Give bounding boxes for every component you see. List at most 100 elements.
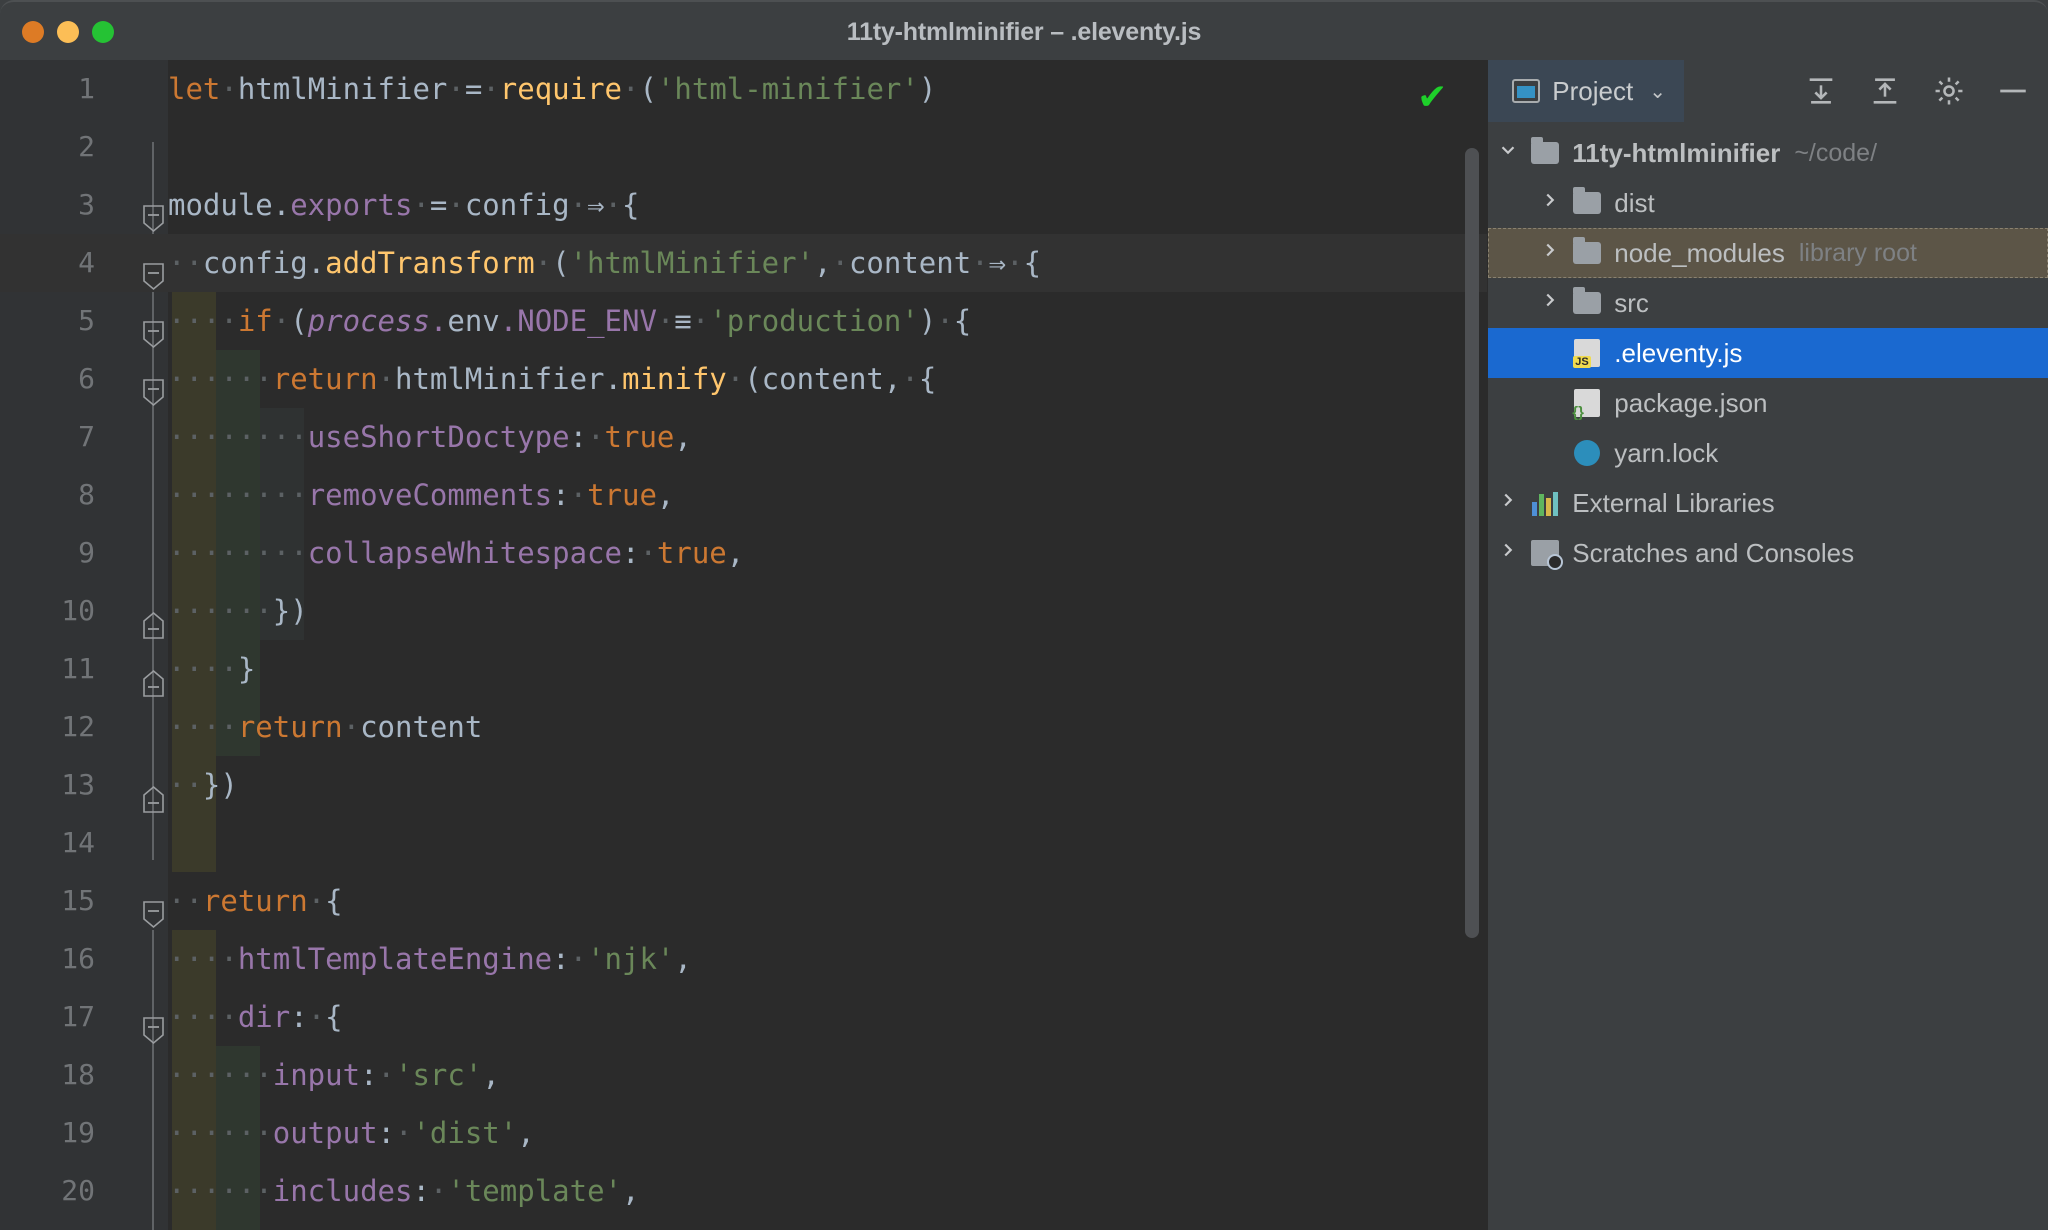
folder-icon bbox=[1531, 137, 1560, 164]
tree-item-label: Scratches and Consoles bbox=[1572, 537, 1855, 568]
gear-icon[interactable] bbox=[1932, 74, 1966, 108]
expand-all-icon[interactable] bbox=[1804, 74, 1838, 108]
scratches-icon bbox=[1528, 540, 1564, 570]
tree-item-node-modules[interactable]: node_modules library root bbox=[1488, 228, 2048, 278]
fold-toggle-icon[interactable] bbox=[142, 368, 165, 407]
project-tool-window: Project ⌄ 11ty-htmlminifier ~/code/ dist… bbox=[1487, 60, 2048, 1230]
tree-item-annotation: library root bbox=[1798, 238, 1917, 267]
yarn-file-icon bbox=[1570, 440, 1604, 466]
code-line[interactable]: 14 bbox=[0, 814, 1487, 872]
code-line[interactable]: 12 ····return·content bbox=[0, 698, 1487, 756]
line-text: let·htmlMinifier·=·require·('html-minifi… bbox=[168, 72, 937, 106]
tree-item-scratches-and-consoles[interactable]: Scratches and Consoles bbox=[1488, 528, 2048, 578]
code-line[interactable]: 10 ······}) bbox=[0, 582, 1487, 640]
inspection-ok-icon[interactable]: ✔ bbox=[1417, 80, 1447, 116]
project-tab[interactable]: Project ⌄ bbox=[1488, 60, 1684, 122]
fold-toggle-icon[interactable] bbox=[142, 1006, 165, 1045]
fold-toggle-icon[interactable] bbox=[142, 600, 165, 639]
tree-item-label: dist bbox=[1614, 187, 1655, 218]
chevron-right-icon[interactable] bbox=[1530, 239, 1570, 267]
line-number: 3 bbox=[78, 188, 95, 221]
scratches-icon bbox=[1531, 540, 1564, 570]
code-line[interactable]: 20 ······includes:·'template', bbox=[0, 1162, 1487, 1220]
code-line[interactable]: 11 ····} bbox=[0, 640, 1487, 698]
code-line[interactable]: 7 ········useShortDoctype:·true, bbox=[0, 408, 1487, 466]
line-text: ······includes:·'template', bbox=[168, 1174, 640, 1208]
tree-item-label: .eleventy.js bbox=[1614, 337, 1743, 368]
tree-item-package-json[interactable]: package.json bbox=[1488, 378, 2048, 428]
tree-item-label: package.json bbox=[1614, 387, 1768, 418]
folder-icon bbox=[1570, 287, 1604, 314]
code-line[interactable]: 17 ····dir:·{ bbox=[0, 988, 1487, 1046]
line-number: 12 bbox=[61, 710, 95, 743]
hide-icon[interactable] bbox=[1996, 74, 2030, 108]
line-number: 5 bbox=[78, 304, 95, 337]
code-line[interactable]: 5 ····if·(process.env.NODE_ENV·≡·'product… bbox=[0, 292, 1487, 350]
fold-toggle-icon[interactable] bbox=[142, 658, 165, 697]
line-text: ··}) bbox=[168, 768, 238, 802]
line-number: 15 bbox=[61, 884, 95, 917]
code-line[interactable]: 19 ······output:·'dist', bbox=[0, 1104, 1487, 1162]
code-line[interactable]: 8 ········removeComments:·true, bbox=[0, 466, 1487, 524]
json-file-icon bbox=[1572, 389, 1601, 421]
tree-item-src[interactable]: src bbox=[1488, 278, 2048, 328]
code-line[interactable]: 4 ··config.addTransform·('htmlMinifier',·… bbox=[0, 234, 1488, 292]
chevron-down-icon[interactable] bbox=[1488, 139, 1528, 167]
line-number: 9 bbox=[78, 536, 95, 569]
chevron-down-icon[interactable]: ⌄ bbox=[1649, 79, 1666, 104]
tree-item-external-libraries[interactable]: External Libraries bbox=[1488, 478, 2048, 528]
line-number: 13 bbox=[61, 768, 95, 801]
tree-item-label: src bbox=[1614, 287, 1649, 318]
line-number: 16 bbox=[61, 942, 95, 975]
js-file-icon bbox=[1570, 339, 1604, 368]
chevron-right-icon[interactable] bbox=[1488, 539, 1528, 567]
editor-scrollbar[interactable] bbox=[1465, 148, 1480, 938]
line-number: 17 bbox=[61, 1000, 95, 1033]
tree-item-11ty-htmlminifier[interactable]: 11ty-htmlminifier ~/code/ bbox=[1488, 128, 2048, 178]
code-line[interactable]: 3 module.exports·=·config·⇒·{ bbox=[0, 176, 1487, 234]
code-line[interactable]: 18 ······input:·'src', bbox=[0, 1046, 1487, 1104]
chevron-right-icon[interactable] bbox=[1488, 489, 1528, 517]
window-title: 11ty-htmlminifier – .eleventy.js bbox=[846, 18, 1202, 46]
project-tree[interactable]: 11ty-htmlminifier ~/code/dist node_modules… bbox=[1488, 122, 2048, 578]
folder-icon bbox=[1570, 187, 1604, 214]
main-split: 1 let·htmlMinifier·=·require·('html-minif… bbox=[0, 60, 2048, 1230]
chevron-right-icon[interactable] bbox=[1530, 289, 1570, 317]
project-toolbar: Project ⌄ bbox=[1488, 60, 2048, 122]
code-editor[interactable]: 1 let·htmlMinifier·=·require·('html-minif… bbox=[0, 60, 1488, 1230]
tree-item-dist[interactable]: dist bbox=[1488, 178, 2048, 228]
fold-toggle-icon[interactable] bbox=[142, 774, 165, 813]
fold-toggle-icon[interactable] bbox=[142, 194, 165, 233]
line-number: 7 bbox=[78, 420, 95, 453]
tree-item-eleventy-js[interactable]: .eleventy.js bbox=[1488, 328, 2048, 378]
line-text: ····} bbox=[168, 652, 256, 686]
project-toolbar-buttons bbox=[1804, 74, 2048, 108]
fold-toggle-icon[interactable] bbox=[142, 890, 165, 929]
line-number: 6 bbox=[78, 362, 95, 395]
line-number: 8 bbox=[78, 478, 95, 511]
tree-item-annotation: ~/code/ bbox=[1794, 138, 1878, 167]
code-line[interactable]: 15 ··return·{ bbox=[0, 872, 1487, 930]
line-text: ······output:·'dist', bbox=[168, 1116, 535, 1150]
line-number: 2 bbox=[78, 130, 95, 163]
line-text: ······input:·'src', bbox=[168, 1058, 500, 1092]
code-line[interactable]: 6 ······return·htmlMinifier.minify·(conte… bbox=[0, 350, 1487, 408]
line-number: 14 bbox=[61, 826, 95, 859]
fold-toggle-icon[interactable] bbox=[142, 310, 165, 349]
fold-toggle-icon[interactable] bbox=[142, 252, 165, 291]
line-number: 11 bbox=[61, 652, 95, 685]
code-line[interactable]: 2 bbox=[0, 118, 1487, 176]
tree-item-label: External Libraries bbox=[1572, 487, 1775, 518]
code-line[interactable]: 13 ··}) bbox=[0, 756, 1487, 814]
yarn-file-icon bbox=[1574, 440, 1601, 466]
external-libraries-icon bbox=[1532, 490, 1559, 516]
code-line[interactable]: 1 let·htmlMinifier·=·require·('html-minif… bbox=[0, 60, 1487, 118]
chevron-right-icon[interactable] bbox=[1530, 189, 1570, 217]
code-line[interactable]: 9 ········collapseWhitespace:·true, bbox=[0, 524, 1487, 582]
line-text: ····dir:·{ bbox=[168, 1000, 343, 1034]
tree-item-yarn-lock[interactable]: yarn.lock bbox=[1488, 428, 2048, 478]
code-lines[interactable]: 1 let·htmlMinifier·=·require·('html-minif… bbox=[0, 60, 1488, 1220]
folder-icon bbox=[1573, 287, 1602, 314]
code-line[interactable]: 16 ····htmlTemplateEngine:·'njk', bbox=[0, 930, 1487, 988]
collapse-all-icon[interactable] bbox=[1868, 74, 1902, 108]
